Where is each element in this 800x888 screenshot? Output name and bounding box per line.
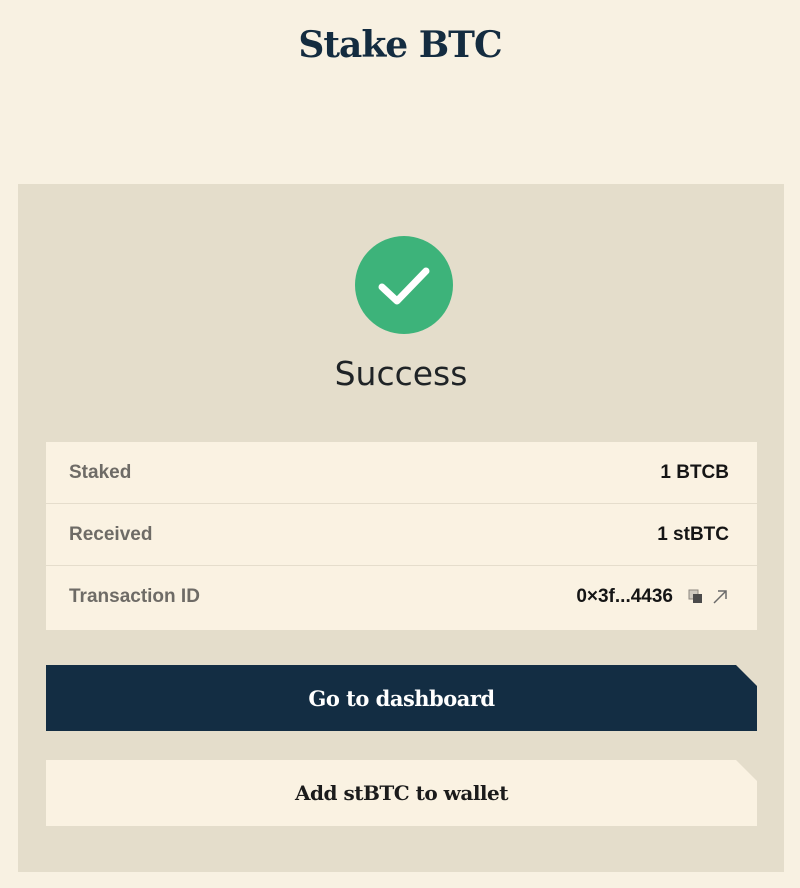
transaction-id-value: 0×3f...4436	[576, 586, 673, 607]
success-title: Success	[334, 354, 468, 393]
copy-icon[interactable]	[687, 588, 705, 606]
checkmark-icon	[378, 267, 430, 305]
detail-row-staked: Staked 1 BTCB	[46, 442, 757, 504]
transaction-id-value-group: 0×3f...4436	[576, 586, 729, 608]
staked-label: Staked	[69, 462, 132, 483]
transaction-id-label: Transaction ID	[69, 586, 200, 607]
go-to-dashboard-button[interactable]: Go to dashboard	[46, 665, 757, 731]
success-panel: Success Staked 1 BTCB Received 1 stBTC T…	[18, 184, 784, 872]
add-stbtc-to-wallet-button[interactable]: Add stBTC to wallet	[46, 760, 757, 826]
detail-row-received: Received 1 stBTC	[46, 504, 757, 566]
success-check-icon	[355, 236, 453, 334]
received-label: Received	[69, 524, 153, 545]
external-link-icon[interactable]	[711, 588, 729, 606]
transaction-details: Staked 1 BTCB Received 1 stBTC Transacti…	[46, 442, 757, 630]
received-value: 1 stBTC	[657, 524, 729, 545]
page-title: Stake BTC	[298, 24, 502, 66]
staked-value: 1 BTCB	[660, 462, 729, 483]
detail-row-transaction-id: Transaction ID 0×3f...4436	[46, 566, 757, 630]
